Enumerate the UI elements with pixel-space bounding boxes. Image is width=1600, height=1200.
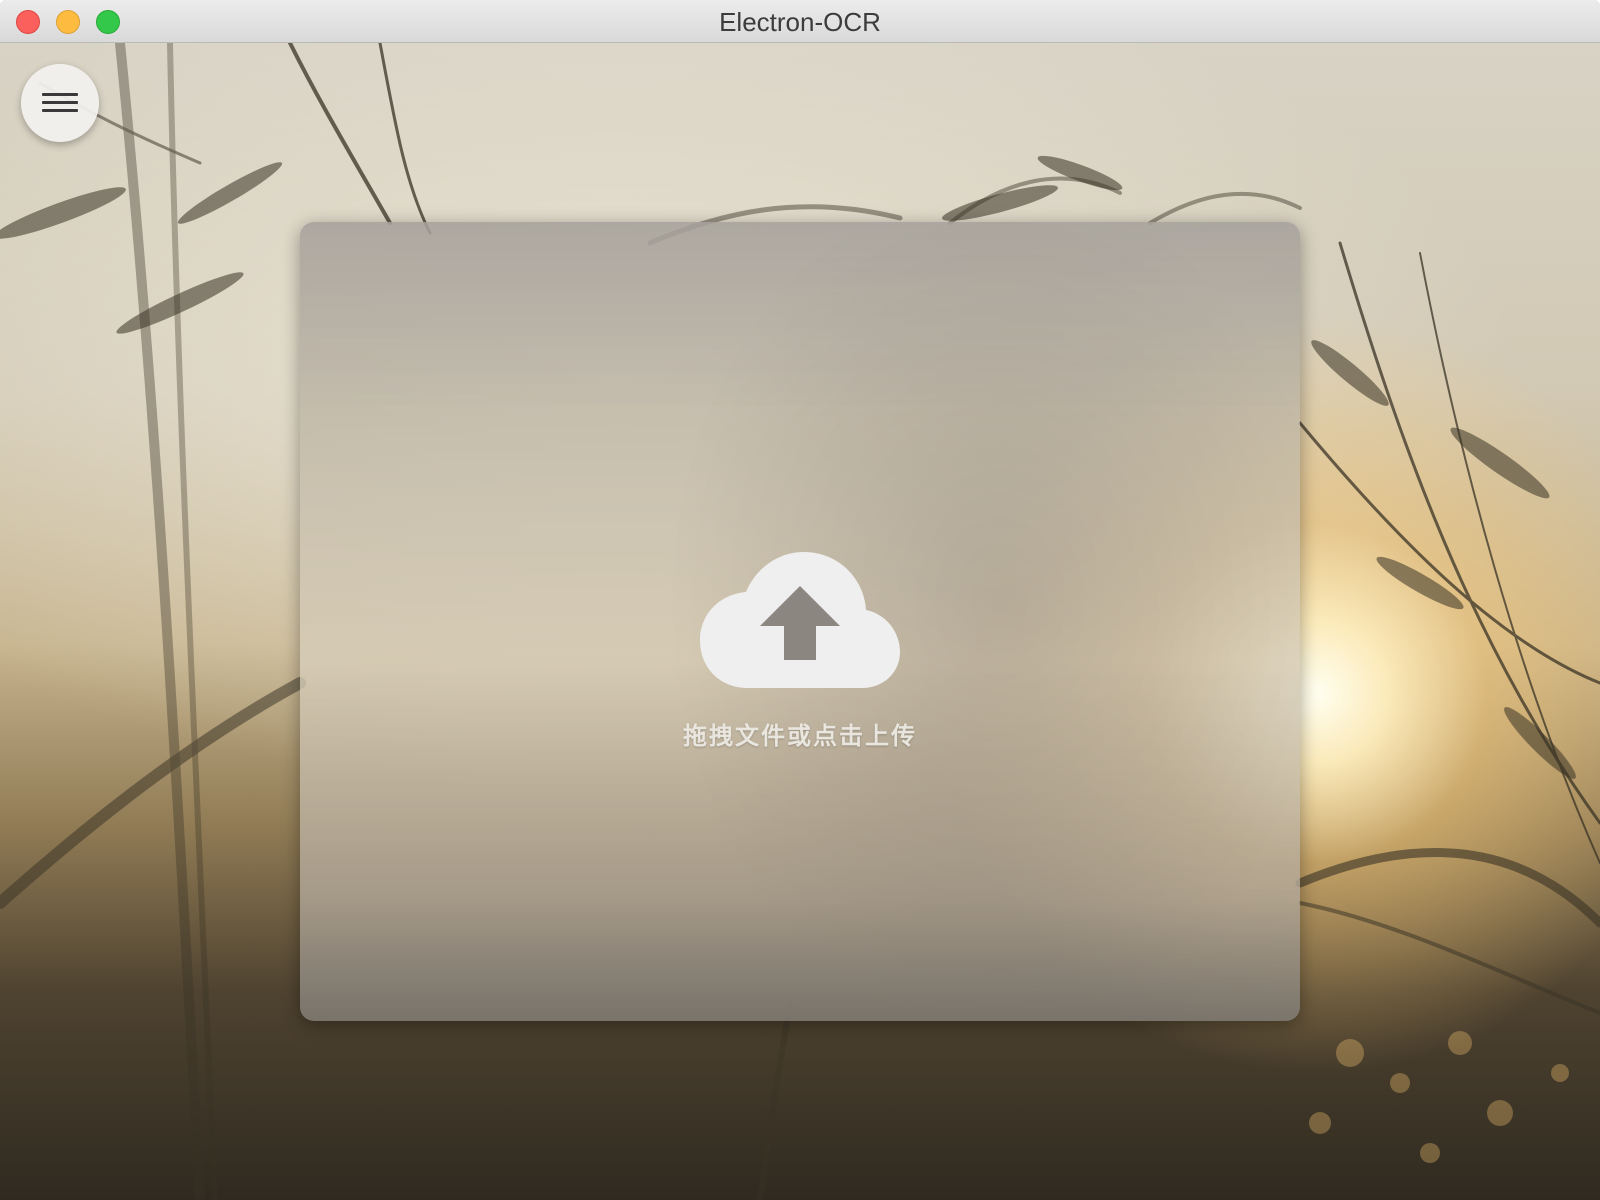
window-title: Electron-OCR [719,7,881,37]
app-window: Electron-OCR 拖拽文件或点击上传 [0,0,1600,1200]
menu-button[interactable] [21,64,99,142]
title-bar[interactable]: Electron-OCR [0,0,1600,43]
upload-dropzone[interactable]: 拖拽文件或点击上传 [300,222,1300,1021]
upload-instruction: 拖拽文件或点击上传 [683,721,917,750]
cloud-upload-icon [700,552,900,688]
